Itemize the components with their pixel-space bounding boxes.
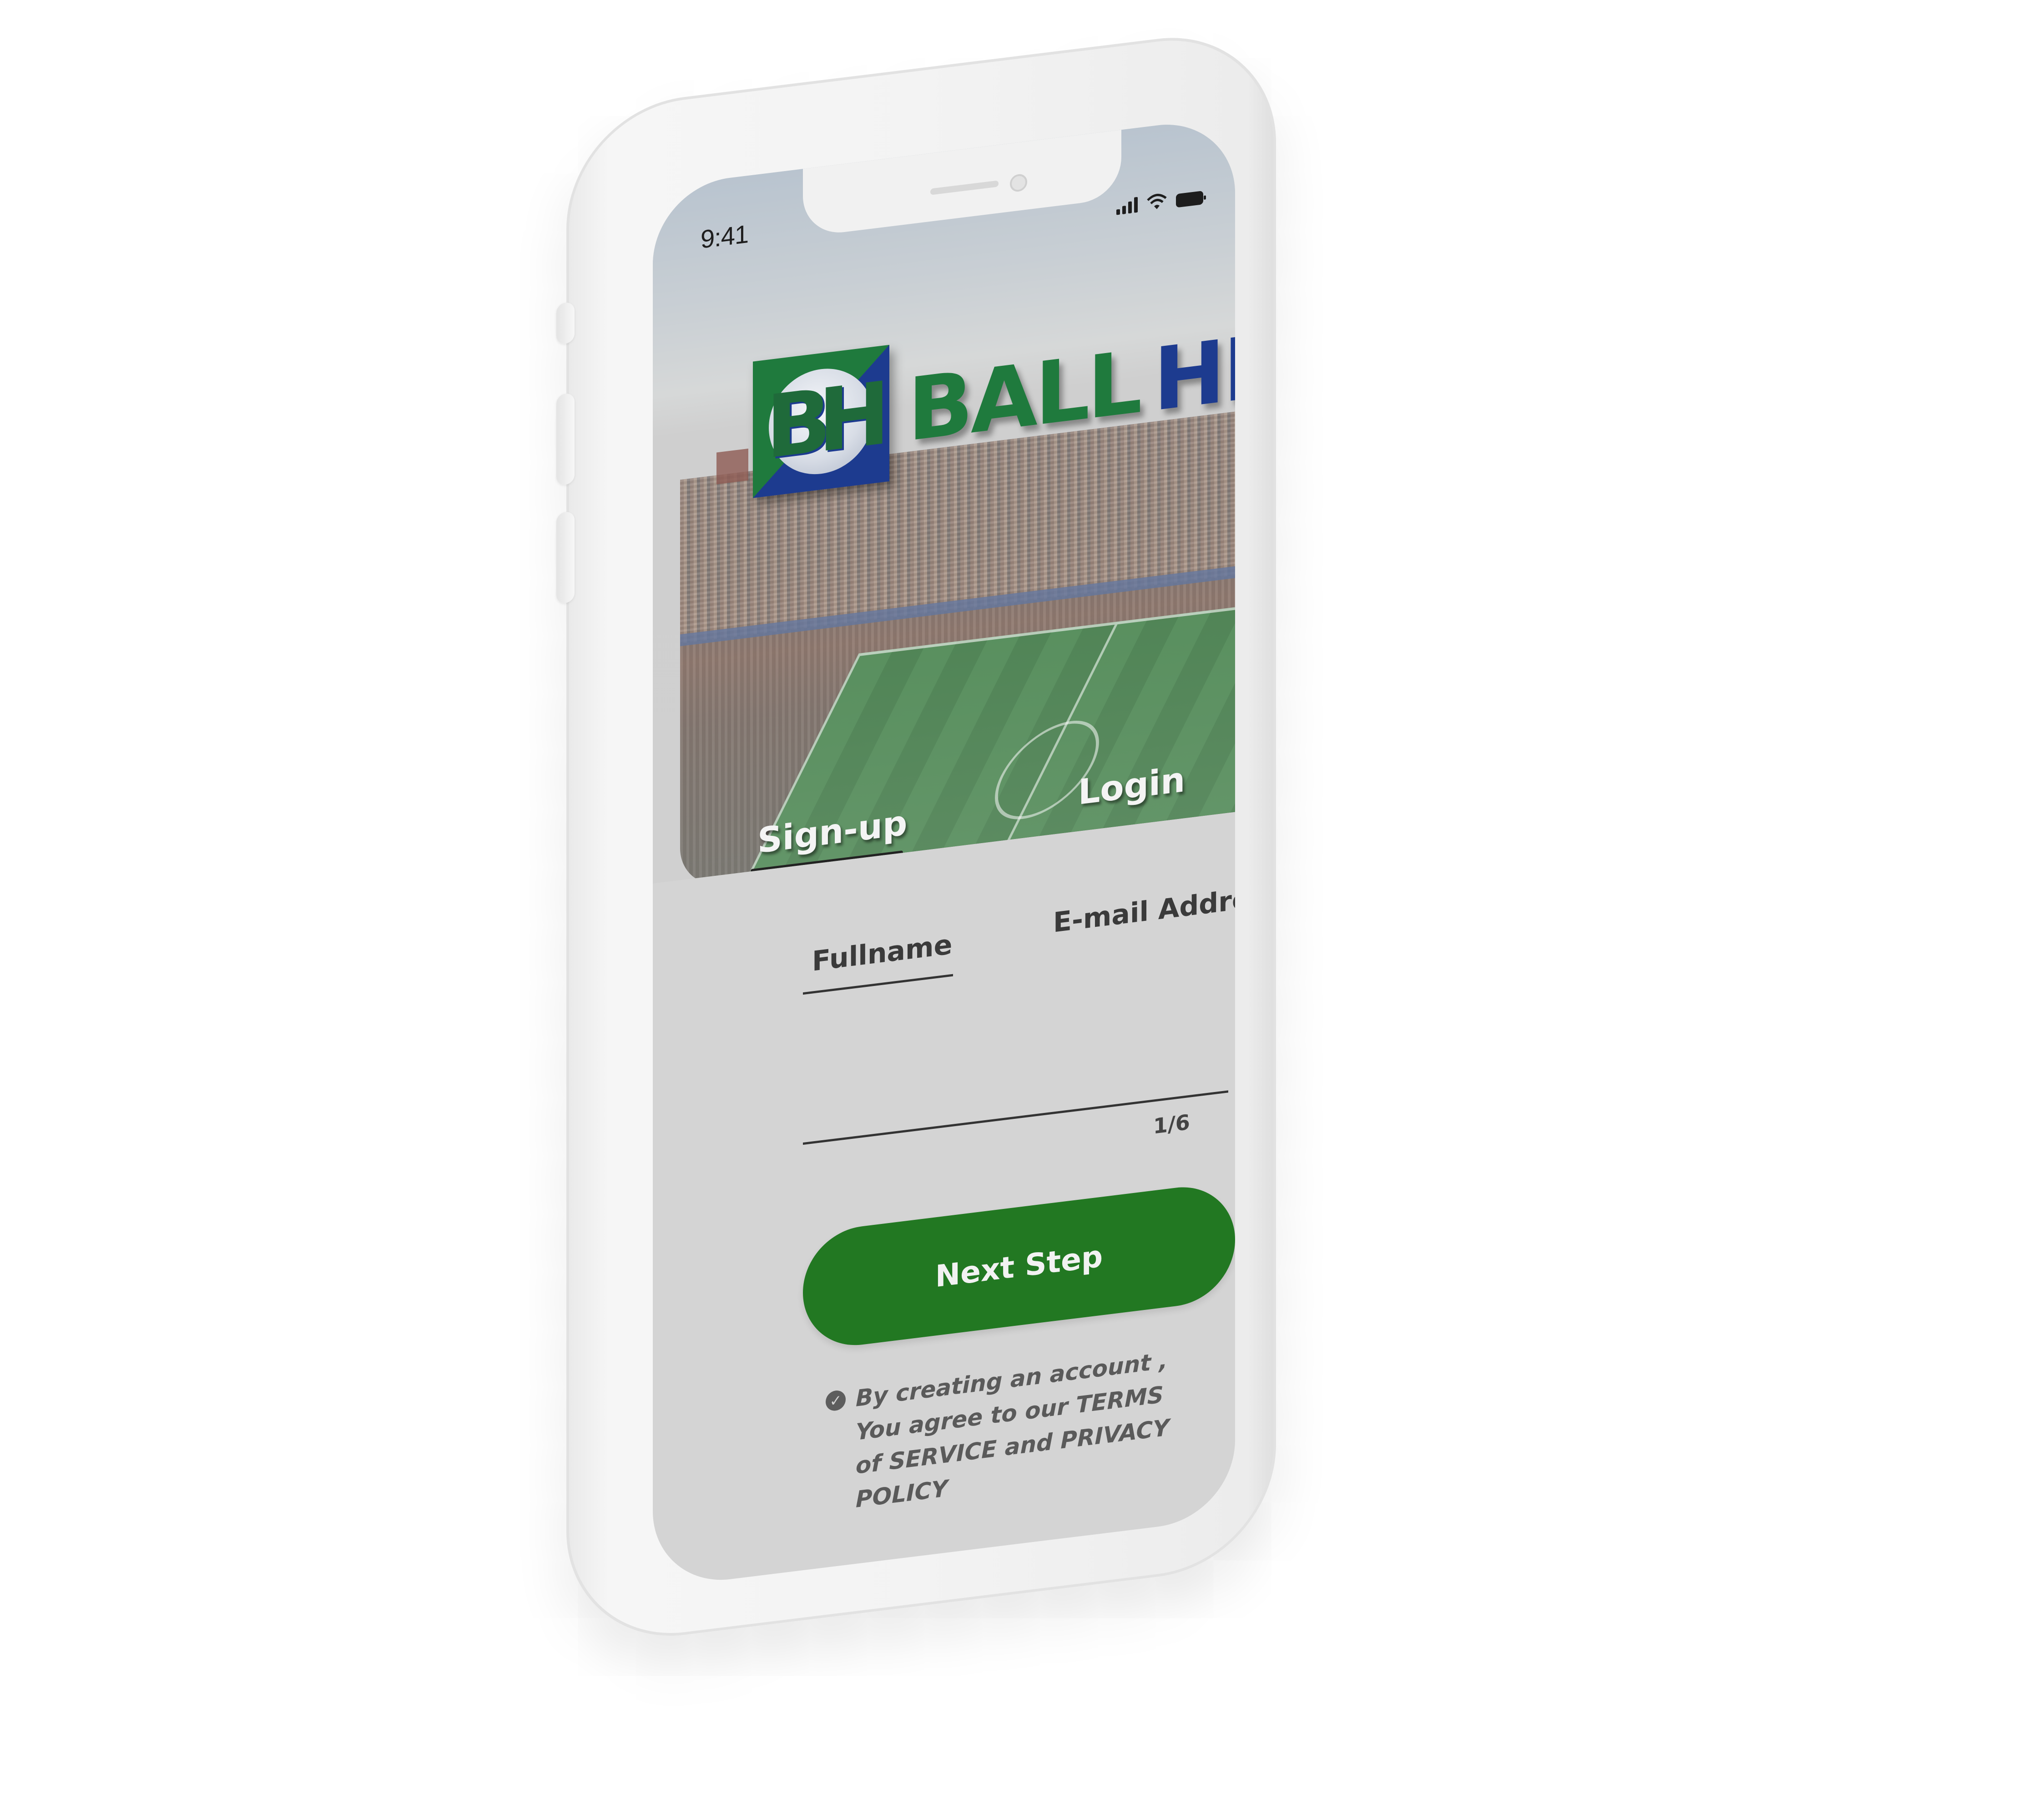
volume-down-button — [556, 511, 575, 604]
check-circle-icon[interactable]: ✓ — [826, 1389, 846, 1412]
hero-header: 9:41 BH BALL HIVE Sign-up Login — [653, 116, 1235, 884]
phone-mockup: 9:41 BH BALL HIVE Sign-up Login Fullname… — [556, 24, 1276, 1650]
logo-mark: BH — [753, 344, 889, 498]
status-time: 9:41 — [701, 219, 748, 254]
field-tab-email[interactable]: E-mail Address — [1053, 879, 1235, 939]
signal-icon — [1116, 196, 1138, 215]
next-step-button[interactable]: Next Step — [803, 1180, 1235, 1352]
soccer-ball-icon: BH — [766, 363, 877, 480]
brand-name-part2: HIVE — [1153, 303, 1235, 431]
terms-agreement: ✓ By creating an account , You agree to … — [826, 1343, 1171, 1520]
phone-screen: 9:41 BH BALL HIVE Sign-up Login Fullname… — [653, 116, 1235, 1589]
field-tab-fullname[interactable]: Fullname — [812, 929, 952, 978]
brand-name-part1: BALL — [908, 332, 1140, 461]
field-tab-active-indicator — [803, 974, 953, 995]
logo-letters: BH — [766, 364, 877, 479]
wifi-icon — [1146, 192, 1168, 212]
front-camera — [1010, 173, 1027, 193]
step-progress: 1/6 — [1153, 1109, 1190, 1139]
volume-up-button — [556, 392, 575, 486]
mockup-stage: 9:41 BH BALL HIVE Sign-up Login Fullname… — [0, 0, 2038, 1820]
terms-text: By creating an account , You agree to ou… — [856, 1347, 1170, 1513]
speaker-grille — [930, 180, 999, 195]
mute-switch — [556, 301, 575, 345]
